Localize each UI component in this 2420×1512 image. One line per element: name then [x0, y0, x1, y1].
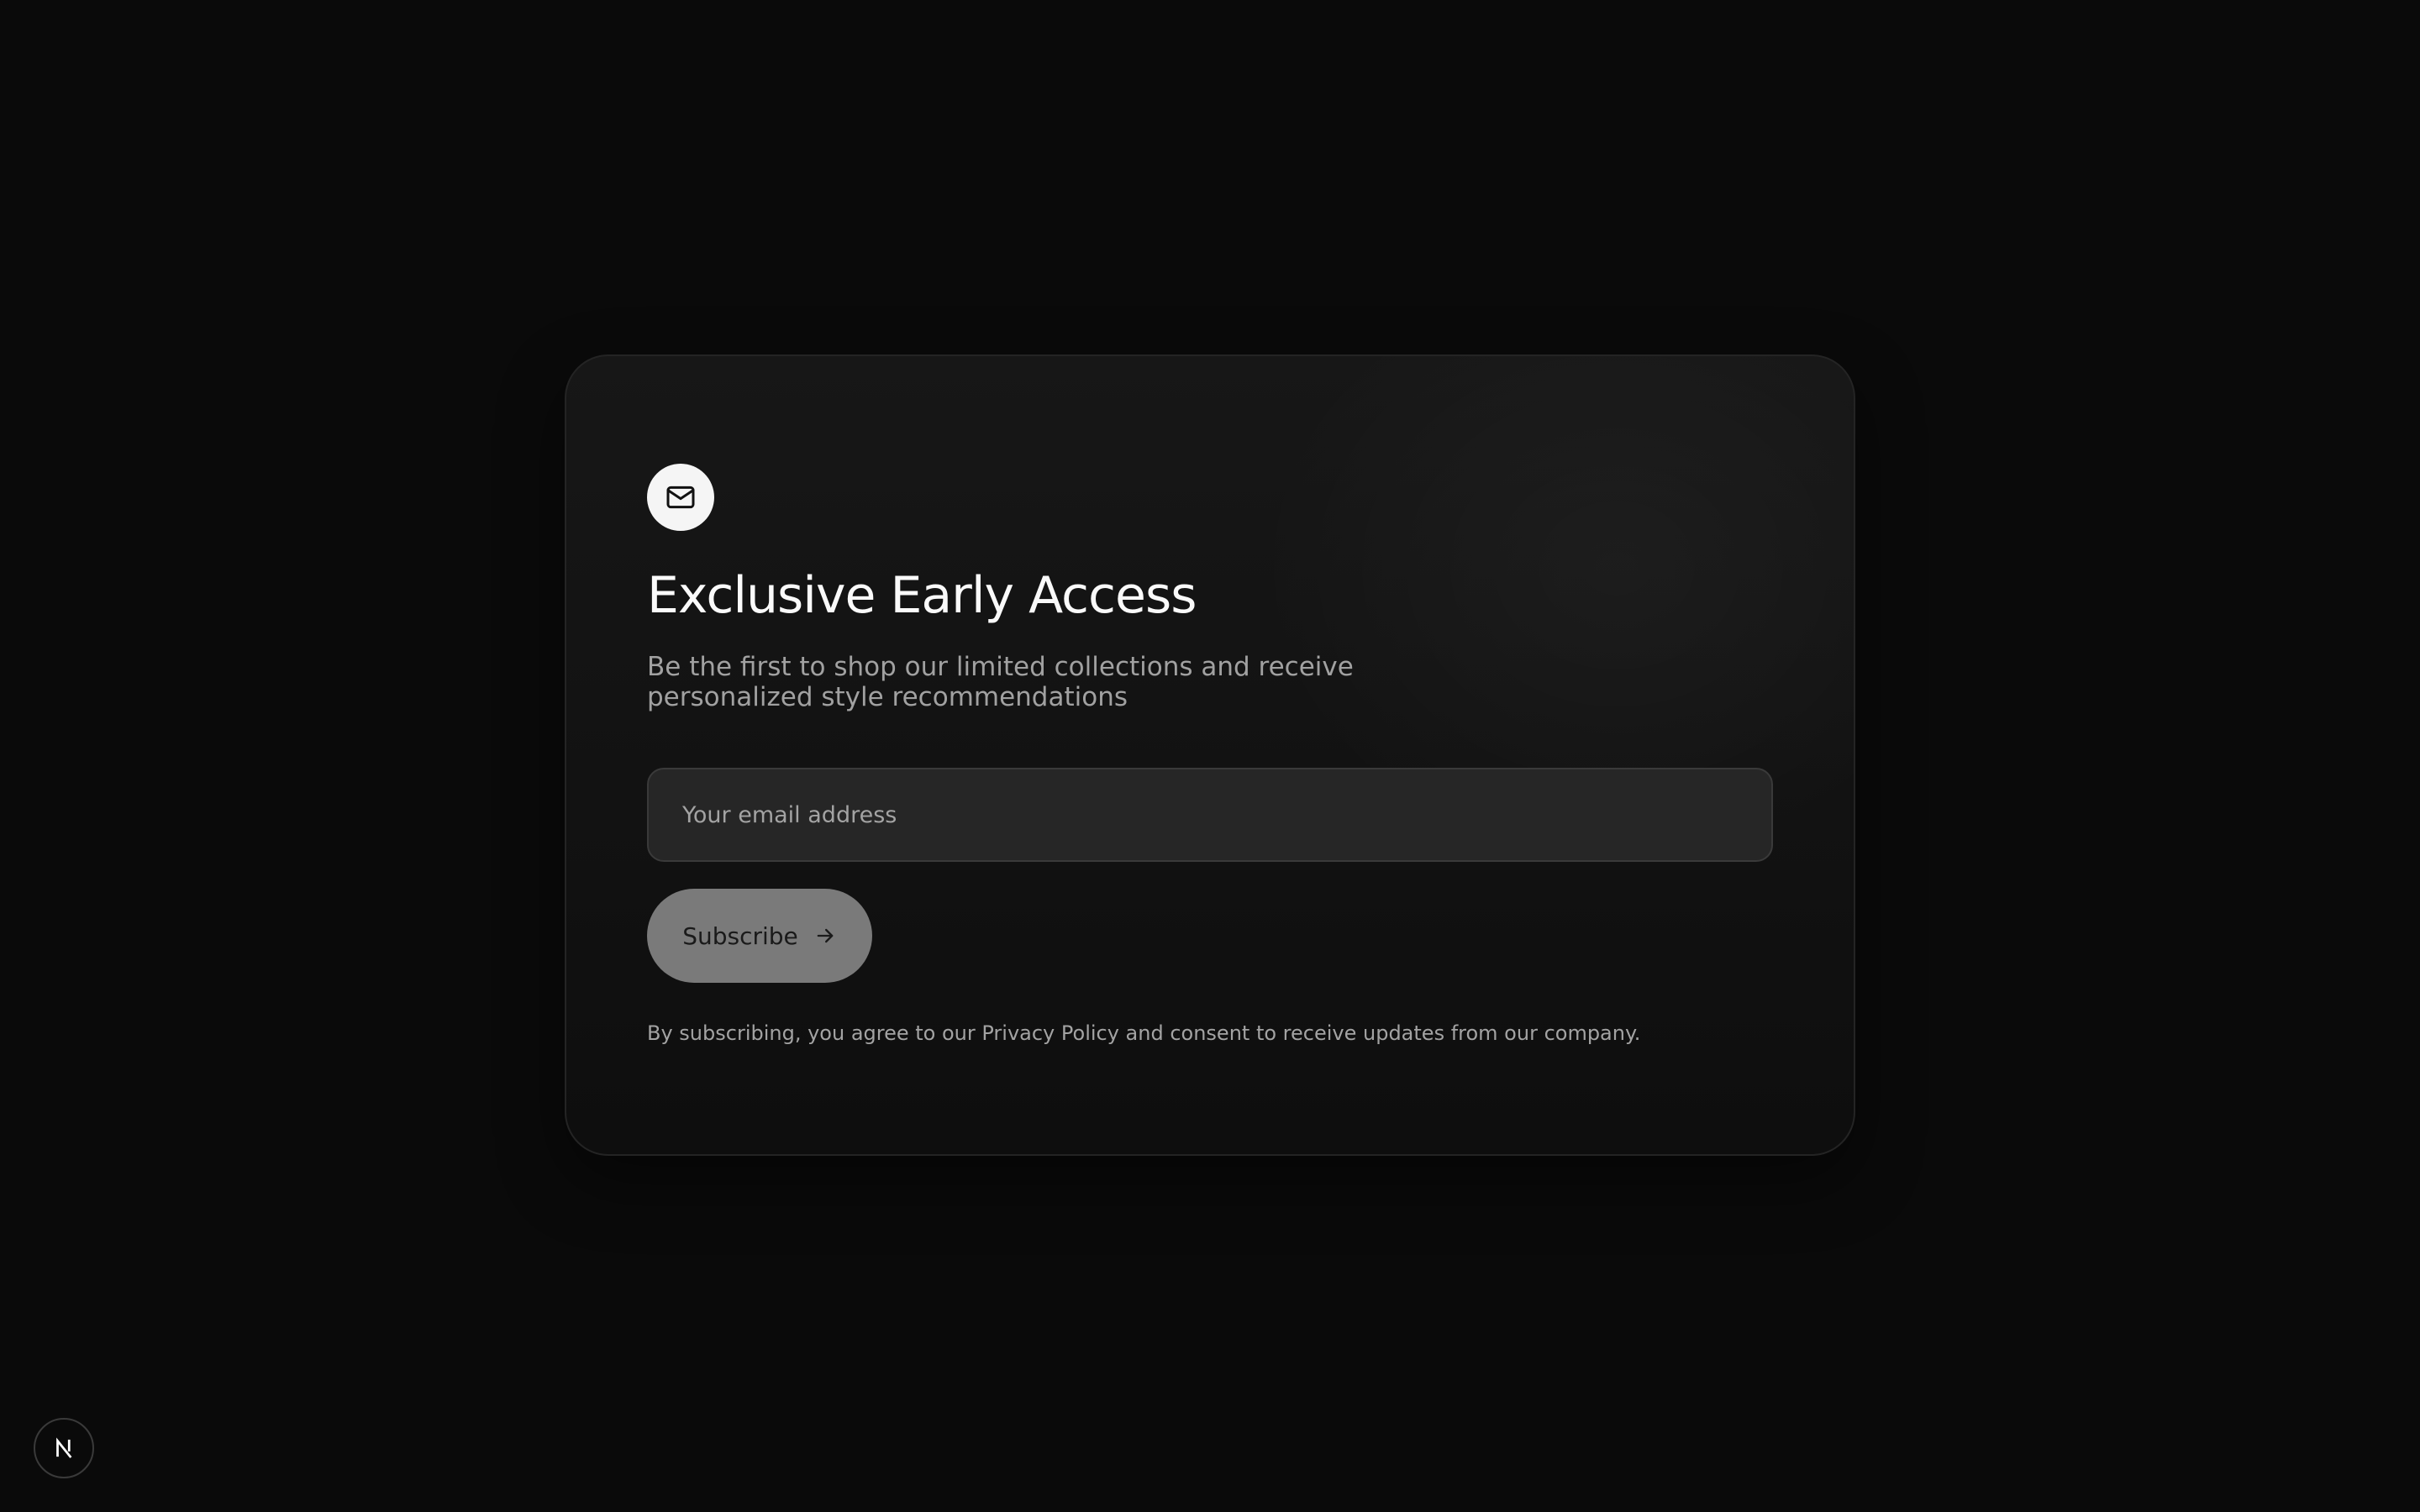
newsletter-card: Exclusive Early Access Be the first to s…: [565, 354, 1855, 1156]
mail-icon-badge: [647, 464, 714, 531]
card-title: Exclusive Early Access: [647, 566, 1197, 625]
nextjs-logo-icon: [56, 1437, 72, 1458]
privacy-disclaimer: By subscribing, you agree to our Privacy…: [647, 1021, 1641, 1045]
mail-icon: [666, 486, 695, 509]
nextjs-dev-indicator[interactable]: [34, 1418, 94, 1478]
card-subtitle: Be the first to shop our limited collect…: [647, 652, 1354, 712]
arrow-right-icon: [817, 928, 834, 943]
email-input[interactable]: [647, 768, 1773, 862]
subscribe-button-label: Subscribe: [682, 921, 798, 950]
subscribe-button[interactable]: Subscribe: [647, 889, 872, 983]
